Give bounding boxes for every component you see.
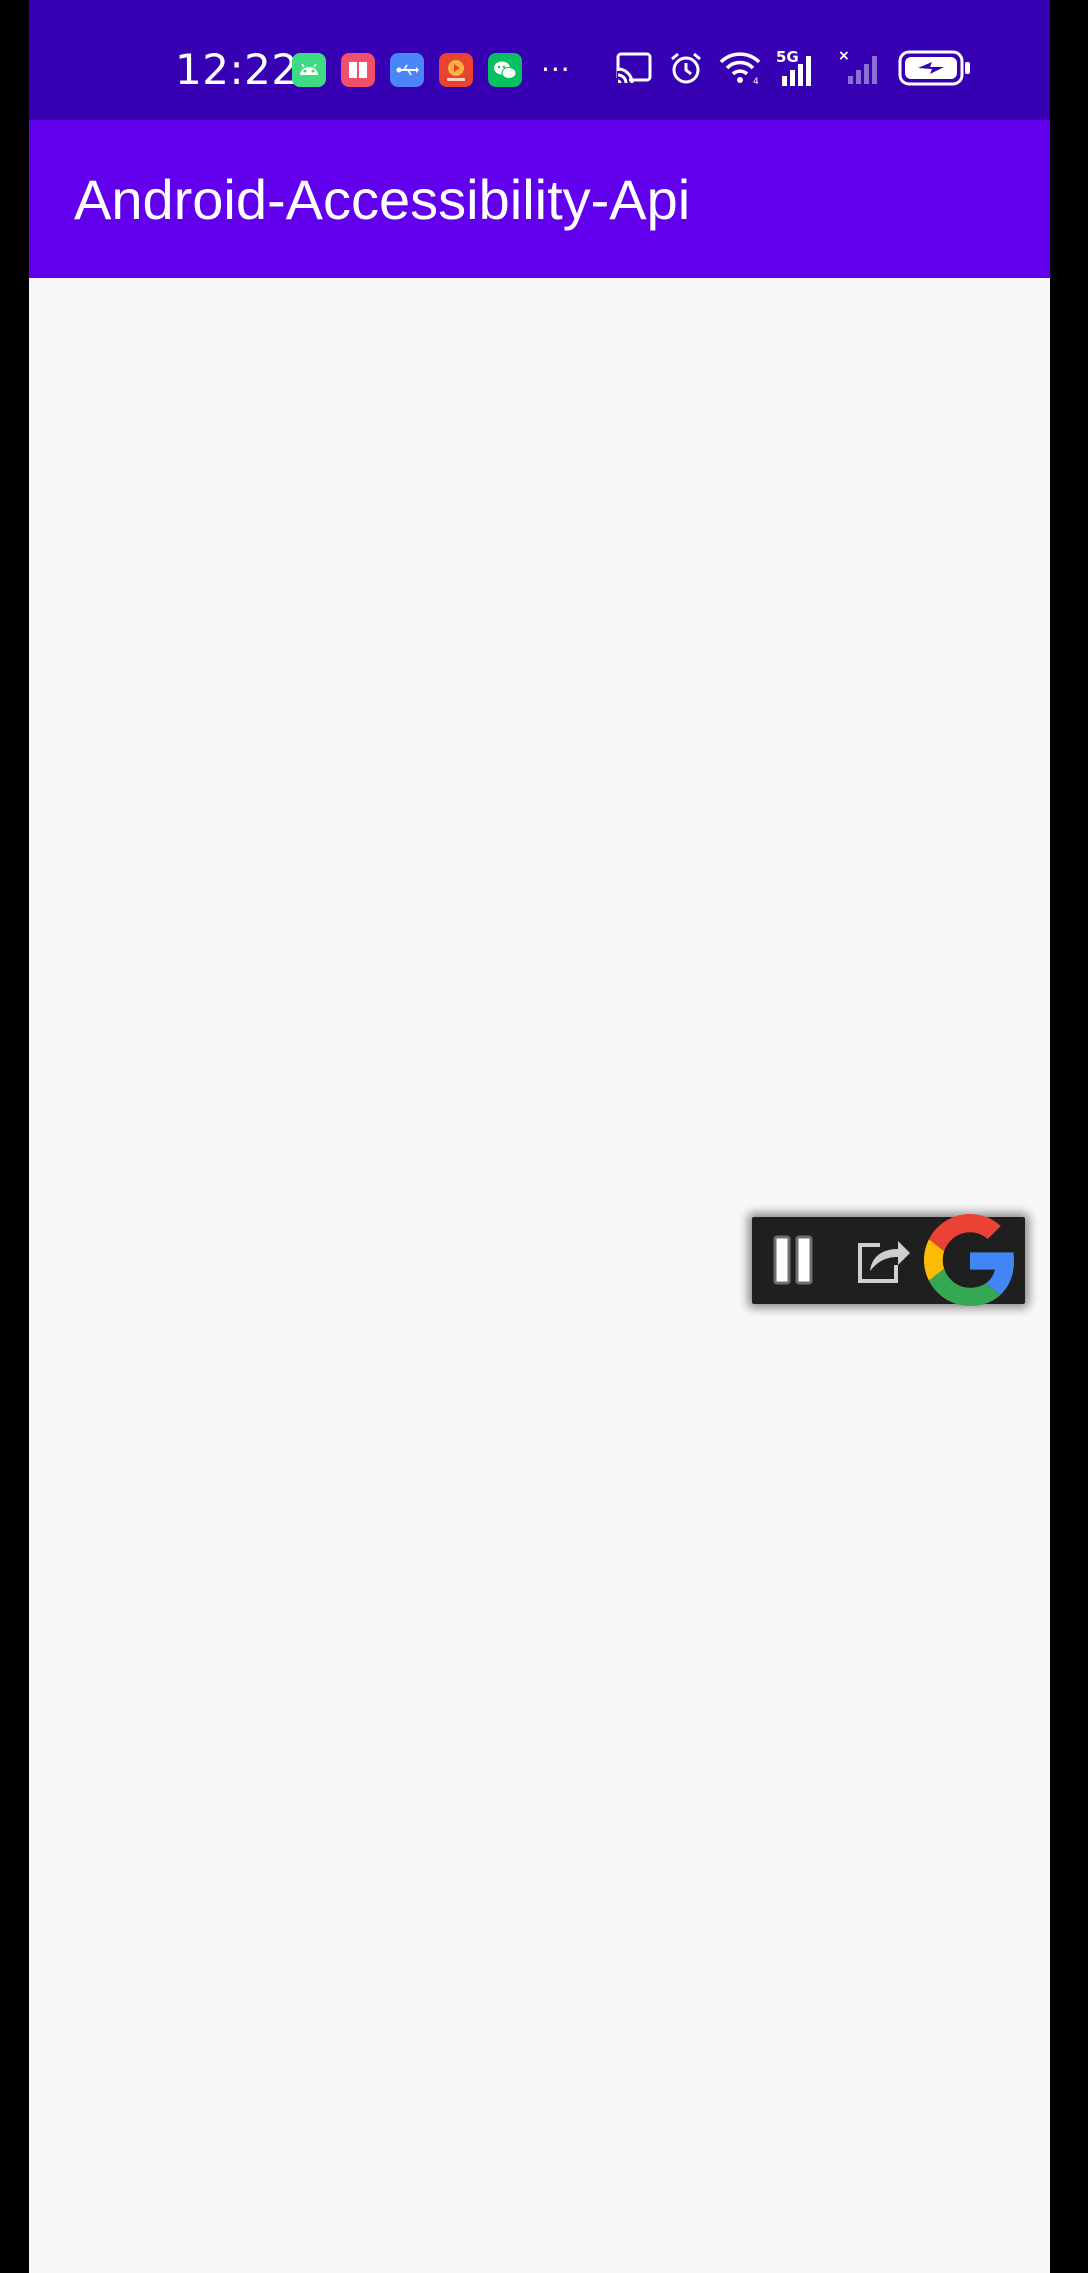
usb-debug-icon xyxy=(390,53,424,87)
no-signal-icon: × xyxy=(838,48,884,92)
alarm-icon xyxy=(668,50,704,90)
phone-screen: 12:22 ··· 4 5G × Android-Accessibility-A… xyxy=(29,0,1050,2273)
status-time: 12:22 xyxy=(175,45,299,94)
share-button[interactable] xyxy=(844,1217,924,1304)
wechat-icon xyxy=(488,53,522,87)
pause-button[interactable] xyxy=(752,1217,834,1304)
svg-text:×: × xyxy=(838,48,850,64)
app-title: Android-Accessibility-Api xyxy=(74,168,691,231)
google-button[interactable] xyxy=(924,1213,1025,1306)
cast-icon xyxy=(614,51,654,89)
system-icons: 4 5G × xyxy=(614,48,972,92)
google-icon xyxy=(924,1212,1016,1310)
wifi-icon: 4 xyxy=(718,50,762,90)
share-icon xyxy=(854,1231,914,1291)
5g-signal-icon: 5G xyxy=(776,48,824,90)
more-notifications-indicator: ··· xyxy=(541,53,571,86)
battery-charging-icon xyxy=(898,48,972,92)
status-bar: 12:22 ··· 4 5G × xyxy=(29,0,1050,120)
floating-recorder-toolbar xyxy=(752,1213,1025,1306)
app-bar: Android-Accessibility-Api xyxy=(29,120,1050,278)
book-app-icon xyxy=(341,53,375,87)
android-studio-icon xyxy=(292,53,326,87)
pause-icon xyxy=(765,1231,821,1291)
video-app-icon xyxy=(439,53,473,87)
svg-text:4: 4 xyxy=(753,77,759,86)
notification-icons: ··· xyxy=(292,53,571,87)
